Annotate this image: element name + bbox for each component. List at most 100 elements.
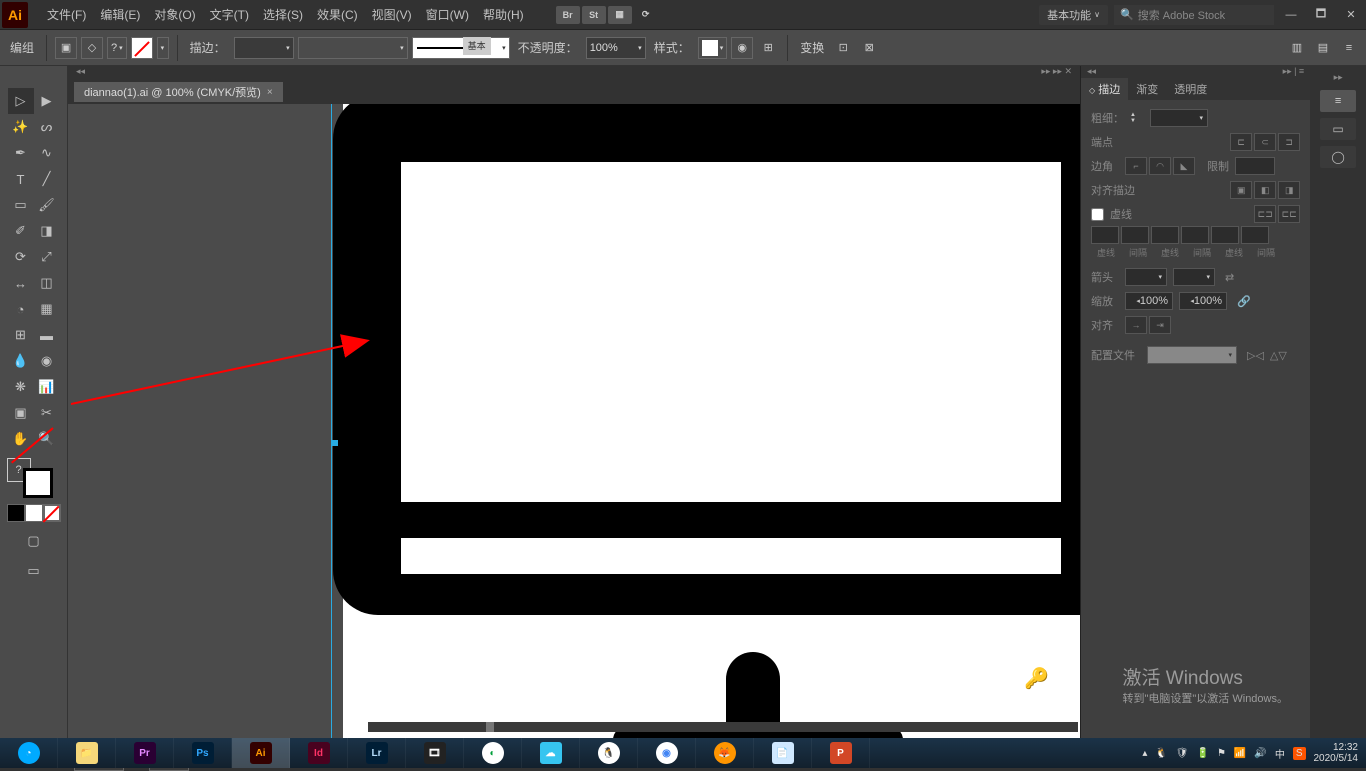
panel-collapse-right-icon[interactable]: ▸▸ | ≡: [1283, 66, 1305, 78]
opacity-input[interactable]: 100%▾: [586, 37, 646, 59]
mesh-tool[interactable]: ⊞: [8, 322, 34, 348]
task-notepad[interactable]: 📄: [754, 738, 812, 768]
task-lightroom[interactable]: Lr: [348, 738, 406, 768]
stroke-panel-tab[interactable]: ◇ 描边: [1081, 78, 1128, 100]
menu-edit[interactable]: 编辑(E): [93, 6, 147, 23]
align-inside-icon[interactable]: ◧: [1254, 181, 1276, 199]
help-dropdown[interactable]: ?▾: [107, 37, 127, 59]
layers-panel-icon[interactable]: ▭: [1320, 118, 1356, 140]
symbol-sprayer-tool[interactable]: ❋: [8, 374, 34, 400]
style-swatch[interactable]: ▾: [698, 37, 728, 59]
bbox-icon[interactable]: ▣: [55, 37, 77, 59]
align-center-icon[interactable]: ▣: [1230, 181, 1252, 199]
screen-mode-icon[interactable]: ▭: [21, 558, 47, 584]
tray-qq-icon[interactable]: 🐧: [1155, 748, 1167, 759]
no-fill-icon[interactable]: [131, 37, 153, 59]
task-firefox[interactable]: 🦊: [696, 738, 754, 768]
selection-tool[interactable]: ▷: [8, 88, 34, 114]
curvature-tool[interactable]: ∿: [34, 140, 60, 166]
rectangle-tool[interactable]: ▭: [8, 192, 34, 218]
tray-time[interactable]: 12:32: [1314, 742, 1359, 753]
task-powerpoint[interactable]: P: [812, 738, 870, 768]
gradient-panel-tab[interactable]: 渐变: [1128, 78, 1166, 100]
blend-tool[interactable]: ◉: [34, 348, 60, 374]
transform-icon1[interactable]: ⊡: [832, 37, 854, 59]
fill-dropdown[interactable]: ▾: [157, 37, 169, 59]
menu-object[interactable]: 对象(O): [147, 6, 202, 23]
tray-date[interactable]: 2020/5/14: [1314, 753, 1359, 764]
task-explorer[interactable]: 📁: [58, 738, 116, 768]
corner-miter-icon[interactable]: ⌐: [1125, 157, 1147, 175]
gpu-icon[interactable]: ⟳: [634, 6, 658, 24]
task-xunlei[interactable]: ◐: [464, 738, 522, 768]
slice-tool[interactable]: ✂: [34, 400, 60, 426]
minimize-button[interactable]: —: [1278, 6, 1304, 24]
panel-menu-icon[interactable]: ≡: [1338, 37, 1360, 59]
dash-3-input[interactable]: [1211, 226, 1239, 244]
stroke-profile-dropdown[interactable]: 基本 ▾: [412, 37, 510, 59]
properties-panel-icon[interactable]: ≡: [1320, 90, 1356, 112]
stock-icon[interactable]: St: [582, 6, 606, 24]
shaper-tool[interactable]: ✐: [8, 218, 34, 244]
scale-tool[interactable]: ⤢: [34, 244, 60, 270]
panel-toggle-right-icon[interactable]: ▸▸ ▸▸ ✕: [1041, 66, 1072, 80]
tray-ime-icon[interactable]: 中: [1275, 746, 1285, 761]
gradient-tool[interactable]: ▬: [34, 322, 60, 348]
link-scale-icon[interactable]: 🔗: [1237, 295, 1251, 308]
shape-builder-tool[interactable]: ◔: [8, 296, 34, 322]
flip-horiz-icon[interactable]: ▷◁: [1247, 349, 1264, 362]
arrow-scale-1[interactable]: ◂100%: [1125, 292, 1173, 310]
transform-label[interactable]: 变换: [800, 39, 824, 56]
task-media[interactable]: 🎞: [406, 738, 464, 768]
cap-butt-icon[interactable]: ⊏: [1230, 133, 1252, 151]
workspace-switcher[interactable]: 基本功能 ∨: [1039, 5, 1108, 25]
stock-search[interactable]: 🔍搜索 Adobe Stock: [1114, 5, 1274, 25]
lasso-tool[interactable]: ᔕ: [34, 114, 60, 140]
tray-sogou-icon[interactable]: S: [1293, 747, 1306, 760]
draw-mode-icon[interactable]: ▢: [21, 528, 47, 554]
menu-effect[interactable]: 效果(C): [310, 6, 365, 23]
perspective-tool[interactable]: ▦: [34, 296, 60, 322]
line-tool[interactable]: ╱: [34, 166, 60, 192]
cap-round-icon[interactable]: ⊂: [1254, 133, 1276, 151]
dash-align-icon[interactable]: ⊏⊏: [1278, 205, 1300, 223]
weight-stepper[interactable]: ▲▼: [1130, 109, 1144, 127]
tray-expand-icon[interactable]: ▴: [1142, 748, 1147, 759]
arrow-start-dropdown[interactable]: ▾: [1125, 268, 1167, 286]
menu-text[interactable]: 文字(T): [203, 6, 256, 23]
task-indesign[interactable]: Id: [290, 738, 348, 768]
transform-icon2[interactable]: ⊠: [858, 37, 880, 59]
document-tab[interactable]: diannao(1).ai @ 100% (CMYK/预览) ×: [74, 82, 283, 102]
arrow-align-2-icon[interactable]: ⇥: [1149, 316, 1171, 334]
type-tool[interactable]: T: [8, 166, 34, 192]
tab-close-icon[interactable]: ×: [267, 87, 273, 98]
task-illustrator[interactable]: Ai: [232, 738, 290, 768]
stroke-weight-dropdown[interactable]: ▾: [234, 37, 294, 59]
gap-2-input[interactable]: [1181, 226, 1209, 244]
transparency-panel-tab[interactable]: 透明度: [1166, 78, 1215, 100]
task-premiere[interactable]: Pr: [116, 738, 174, 768]
tray-battery-icon[interactable]: 🔋: [1197, 748, 1209, 759]
task-photoshop[interactable]: Ps: [174, 738, 232, 768]
menu-select[interactable]: 选择(S): [256, 6, 310, 23]
tray-volume-icon[interactable]: 🔊: [1254, 748, 1266, 759]
free-transform-tool[interactable]: ◫: [34, 270, 60, 296]
dash-1-input[interactable]: [1091, 226, 1119, 244]
menu-help[interactable]: 帮助(H): [476, 6, 531, 23]
panel-toggle-icon[interactable]: ◂◂: [76, 66, 85, 80]
color-mode-toggle[interactable]: [7, 504, 61, 524]
cap-square-icon[interactable]: ⊐: [1278, 133, 1300, 151]
arrange-icon[interactable]: ▦: [608, 6, 632, 24]
artboard-tool[interactable]: ▣: [8, 400, 34, 426]
menu-view[interactable]: 视图(V): [365, 6, 419, 23]
gap-3-input[interactable]: [1241, 226, 1269, 244]
bridge-icon[interactable]: Br: [556, 6, 580, 24]
ellipse-icon[interactable]: ◇: [81, 37, 103, 59]
isolate-icon2[interactable]: ▤: [1312, 37, 1334, 59]
align-outside-icon[interactable]: ◨: [1278, 181, 1300, 199]
task-360[interactable]: ◔: [0, 738, 58, 768]
flip-vert-icon[interactable]: △▽: [1270, 349, 1287, 362]
corner-bevel-icon[interactable]: ◣: [1173, 157, 1195, 175]
dashed-checkbox[interactable]: [1091, 208, 1104, 221]
isolate-icon[interactable]: ▥: [1286, 37, 1308, 59]
